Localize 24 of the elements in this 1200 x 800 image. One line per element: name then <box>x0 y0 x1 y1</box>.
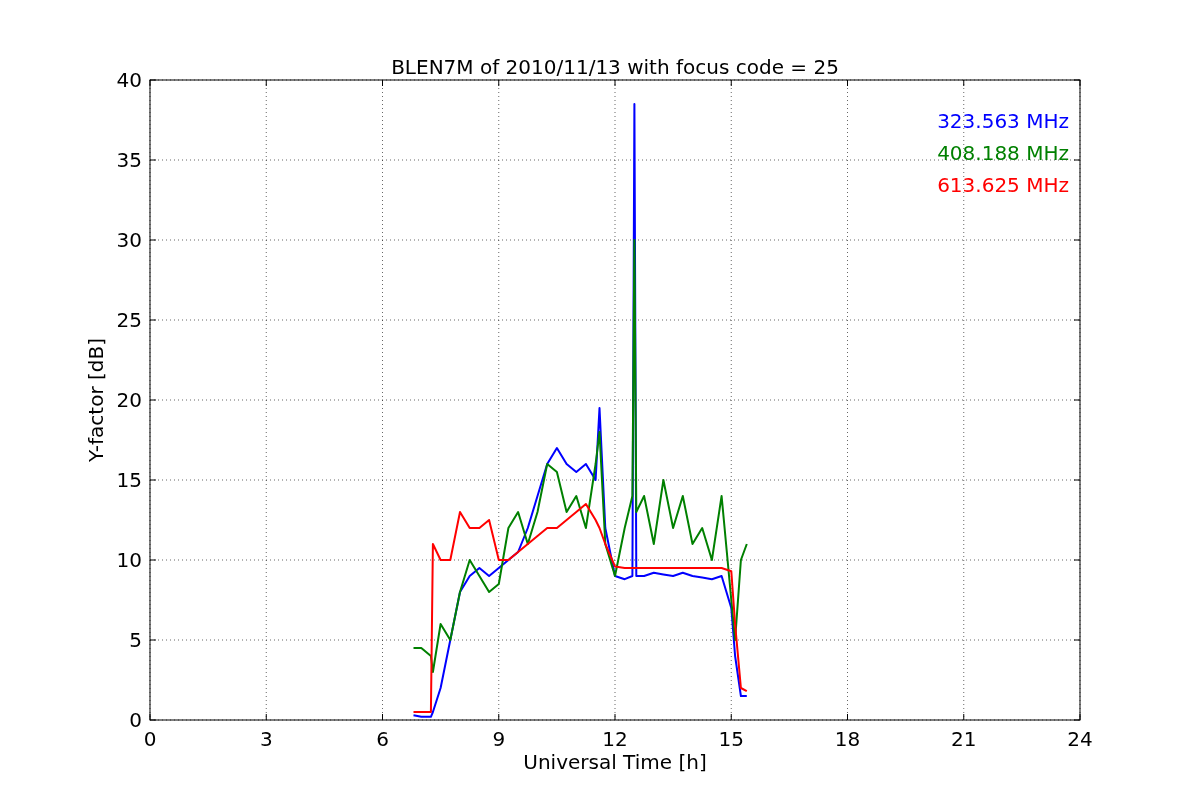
tick-label: 24 <box>1067 727 1093 751</box>
tick-label: 0 <box>143 727 157 751</box>
legend-label: 613.625 MHz <box>937 173 1069 197</box>
tick-label: 40 <box>116 68 142 92</box>
tick-label: 3 <box>259 727 273 751</box>
tick-label: 0 <box>129 708 142 732</box>
tick-label: 15 <box>718 727 744 751</box>
tick-label: 12 <box>602 727 628 751</box>
tick-label: 21 <box>951 727 977 751</box>
tick-label: 18 <box>834 727 861 751</box>
tick-label: 30 <box>116 228 142 252</box>
tick-label: 35 <box>116 148 142 172</box>
tick-label: 20 <box>116 388 142 412</box>
tick-label: 5 <box>129 628 142 652</box>
tick-label: 6 <box>376 727 389 751</box>
legend-label: 323.563 MHz <box>937 109 1069 133</box>
tick-label: 15 <box>116 468 142 492</box>
tick-label: 9 <box>492 727 506 751</box>
chart-title: BLEN7M of 2010/11/13 with focus code = 25 <box>391 55 839 79</box>
axis-title: Y-factor [dB] <box>84 338 108 462</box>
tick-label: 10 <box>116 548 142 572</box>
legend-label: 408.188 MHz <box>937 141 1069 165</box>
axis-title: Universal Time [h] <box>523 750 707 774</box>
tick-label: 25 <box>116 308 142 332</box>
